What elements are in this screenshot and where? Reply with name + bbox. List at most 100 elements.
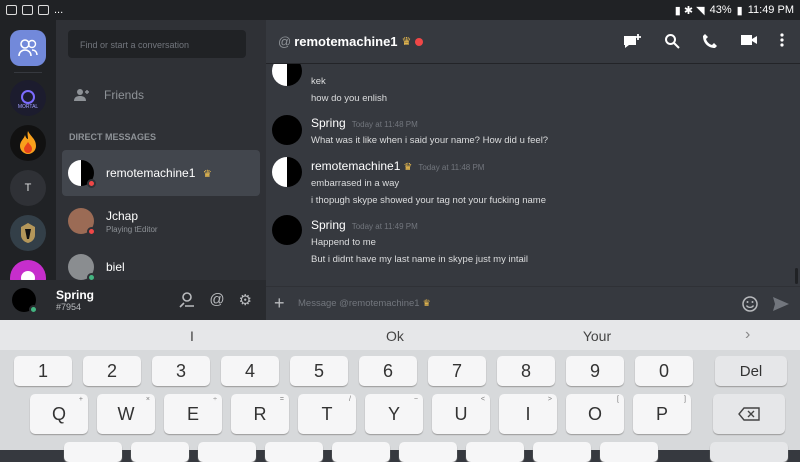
key-hint: > [547,396,552,403]
key-p[interactable]: P] [633,394,691,434]
backspace-key[interactable] [713,394,785,434]
key-hint: − [413,396,418,403]
mentions-icon[interactable]: @ [209,291,224,309]
gallery-notification-icon [6,5,17,15]
guild-purple[interactable] [10,260,46,280]
message-composer: + Message @remotemachine1 ♛ [266,286,800,320]
user-tag: #7954 [56,302,82,312]
voice-call-icon[interactable] [702,33,718,49]
search-icon[interactable] [664,33,680,49]
key-label: R [253,403,267,424]
chat-title: remotemachine1 [294,34,398,49]
message-avatar[interactable] [272,157,302,187]
key-9[interactable]: 9 [566,356,624,386]
message-avatar[interactable] [272,115,302,145]
guild-mortal[interactable]: MORTAL [10,80,46,116]
friends-icon [18,39,38,57]
message-author[interactable]: Spring [311,218,346,232]
key-partial[interactable] [64,442,122,462]
message-list[interactable]: kek how do you enlish Spring Today at 11:… [266,64,800,286]
key-partial[interactable] [466,442,524,462]
key-3[interactable]: 3 [152,356,210,386]
key-partial[interactable] [600,442,658,462]
key-y[interactable]: Y − [365,394,423,434]
user-search-icon[interactable] [178,291,195,308]
status-bar: ... ▮ ✱ ◥ 43% ▮ 11:49 PM [0,0,800,20]
key-hint: [ [617,396,619,403]
key-t[interactable]: T / [298,394,356,434]
key-partial[interactable] [332,442,390,462]
key-6[interactable]: 6 [359,356,417,386]
message-text: embarrased in a way [311,178,400,189]
key-partial[interactable] [399,442,457,462]
suggestion-item[interactable]: Your [497,328,697,344]
dm-item-remotemachine1[interactable]: remotemachine1 ♛ [62,150,260,196]
new-group-dm-icon[interactable] [622,33,642,51]
scrollbar[interactable] [795,268,798,284]
video-call-icon[interactable] [740,33,758,47]
key-r[interactable]: R = [231,394,289,434]
key-hint: / [349,396,351,403]
suggestion-item[interactable]: I [92,328,292,344]
key-hint: × [145,396,150,403]
message-avatar[interactable] [272,215,302,245]
key-o[interactable]: O[ [566,394,624,434]
guild-fire[interactable] [10,125,46,161]
key-5[interactable]: 5 [290,356,348,386]
guild-golden-knights[interactable] [10,215,46,251]
dm-item-biel[interactable]: biel [62,244,260,280]
clock: 11:49 PM [747,4,794,16]
settings-gear-icon[interactable]: ⚙ [239,291,252,309]
message-input[interactable]: Message @remotemachine1 [298,298,420,309]
snapchat-notification-icon [38,5,49,15]
key-label: O [587,403,602,424]
key-label: W [117,403,135,424]
dm-item-jchap[interactable]: Jchap Playing tEditor [62,198,260,244]
key-7[interactable]: 7 [428,356,486,386]
key-e[interactable]: E ÷ [164,394,222,434]
message-timestamp: Today at 11:48 PM [351,120,418,129]
user-panel: Spring #7954 @ ⚙ [0,280,266,320]
key-partial[interactable] [533,442,591,462]
suggestion-expand-icon[interactable]: › [745,326,750,344]
key-w[interactable]: W × [97,394,155,434]
message-author[interactable]: Spring [311,116,346,130]
message-text: kek [311,76,326,87]
guild-t[interactable]: T [10,170,46,206]
more-options-icon[interactable] [780,32,784,47]
key-partial[interactable] [198,442,256,462]
add-attachment-icon[interactable]: + [274,293,296,314]
key-label: P [655,403,668,424]
message-avatar[interactable] [272,64,302,86]
key-label: I [525,403,531,424]
message-timestamp: Today at 11:49 PM [351,222,418,231]
key-partial[interactable] [131,442,189,462]
search-input[interactable]: Find or start a conversation [68,30,246,58]
key-0[interactable]: 0 [635,356,693,386]
key-8[interactable]: 8 [497,356,555,386]
suggestion-item[interactable]: Ok [295,328,495,344]
key-q[interactable]: Q + [30,394,88,434]
key-2[interactable]: 2 [83,356,141,386]
key-i[interactable]: I > [499,394,557,434]
key-1[interactable]: 1 [14,356,72,386]
delete-key[interactable]: Del [715,356,787,386]
emoji-icon[interactable] [742,295,758,312]
friends-icon [74,89,89,101]
suggestion-bar: I Ok Your › [0,320,800,350]
send-icon[interactable] [772,296,790,312]
user-avatar[interactable] [12,288,38,314]
message-author-row: Spring Today at 11:49 PM [311,218,418,232]
dnd-status-dot [415,37,424,46]
message-text: What was it like when i said your name? … [311,135,549,146]
key-partial[interactable] [265,442,323,462]
friends-nav-item[interactable]: Friends [74,88,144,102]
battery-icon: ▮ [736,4,743,17]
dm-activity: Playing tEditor [106,224,158,234]
message-author[interactable]: remotemachine1 [311,159,400,173]
backspace-icon [738,407,760,421]
enter-key[interactable] [710,442,788,462]
key-u[interactable]: U < [432,394,490,434]
home-friends-button[interactable] [10,30,46,66]
key-4[interactable]: 4 [221,356,279,386]
